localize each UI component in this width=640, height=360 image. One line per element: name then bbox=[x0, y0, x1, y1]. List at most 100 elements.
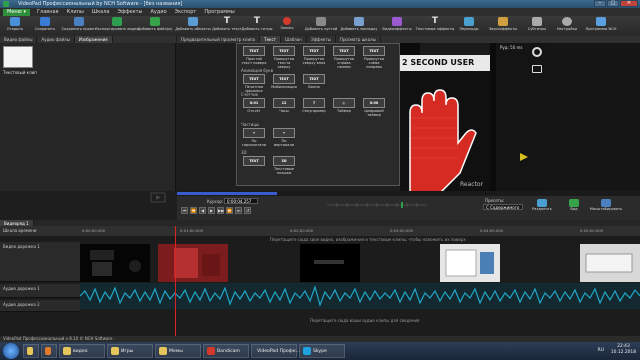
add-files-button[interactable]: Добавить файл(ы) bbox=[136, 17, 174, 35]
video-clip[interactable] bbox=[80, 244, 150, 282]
text-template-item[interactable]: ✦ По вертикали bbox=[271, 128, 297, 147]
loop-button[interactable]: ↺ bbox=[244, 207, 251, 214]
template-thumbnail-text: TEXT bbox=[339, 49, 349, 53]
scale-button[interactable]: Масштабировать bbox=[590, 199, 622, 216]
tab-audio-files[interactable]: Аудио файлы bbox=[37, 36, 75, 43]
menu-audio[interactable]: Аудио bbox=[147, 9, 171, 15]
nch-suite-icon bbox=[596, 17, 606, 26]
go-end-button[interactable]: ⏭ bbox=[235, 207, 242, 214]
export-video-button[interactable]: Экспортировать видео bbox=[95, 17, 139, 35]
text-template-item[interactable]: TEXT Прокрутка текста сверху bbox=[271, 46, 297, 69]
menu-export[interactable]: Экспорт bbox=[171, 9, 201, 15]
view-button[interactable]: Вид bbox=[559, 199, 589, 216]
start-button[interactable] bbox=[3, 343, 19, 359]
menu-timeline[interactable]: Шкала bbox=[88, 9, 114, 15]
template-label: По вертикали bbox=[273, 139, 295, 147]
nch-suite-button[interactable]: Программы NCH bbox=[582, 17, 620, 35]
transitions-icon bbox=[464, 17, 474, 26]
taskbar-item[interactable]: видео bbox=[59, 344, 105, 358]
playhead[interactable] bbox=[175, 226, 176, 336]
tab-effects[interactable]: Эффекты bbox=[307, 36, 336, 43]
video-clip[interactable] bbox=[300, 244, 360, 282]
taskbar-item[interactable] bbox=[23, 344, 39, 358]
text-template-item[interactable]: ◴ Таймер bbox=[331, 98, 357, 113]
subtitles-icon bbox=[532, 17, 542, 26]
play-button[interactable]: ▶ bbox=[208, 207, 215, 214]
minimize-button[interactable]: – bbox=[594, 0, 606, 7]
menu-home[interactable]: Главная bbox=[33, 9, 63, 15]
save-button[interactable]: Сохранить bbox=[30, 17, 60, 35]
text-template-item[interactable]: 3D Текстовые плашки bbox=[271, 156, 297, 175]
add-text-button[interactable]: T Добавить текст bbox=[212, 17, 242, 35]
text-template-item[interactable]: TEXT Мобилизация bbox=[271, 74, 297, 89]
clock[interactable]: 22:43 10.12.2018 bbox=[611, 344, 636, 356]
subtitles-button[interactable]: Субтитры bbox=[522, 17, 552, 35]
split-button[interactable]: Разделить bbox=[527, 199, 557, 216]
text-template-item[interactable]: TEXT bbox=[241, 156, 267, 167]
gear-icon[interactable] bbox=[532, 47, 542, 57]
menu-programs[interactable]: Программы bbox=[200, 9, 238, 15]
text-template-item[interactable]: 7 Секундомер bbox=[301, 98, 327, 113]
menu-clips[interactable]: Клипы bbox=[63, 9, 88, 15]
dropdown-section-label: Анимация букв bbox=[241, 68, 274, 73]
taskbar-item[interactable]: Bandicam bbox=[203, 344, 249, 358]
text-template-item[interactable]: TEXT Прокрутка справа налево bbox=[331, 46, 357, 69]
snapshot-icon[interactable] bbox=[532, 65, 542, 73]
add-bookmark-button[interactable]: Добавить закладку bbox=[340, 17, 378, 35]
video-clip[interactable] bbox=[440, 244, 500, 282]
text-template-item[interactable]: TEXT Печатная машинка bbox=[241, 74, 267, 93]
bin-tabs: Видео файлы Аудио файлы Изображения bbox=[0, 36, 176, 43]
text-template-item[interactable]: TEXT Прокрутка слева направо bbox=[361, 46, 387, 69]
video-effects-button[interactable]: Видеоэффекты bbox=[378, 17, 416, 35]
video-clip[interactable] bbox=[580, 244, 640, 282]
video-drop-hint: Перетащите сюда свое видео, изображения … bbox=[270, 237, 466, 242]
tab-video-files[interactable]: Видео файлы bbox=[0, 36, 38, 43]
record-button[interactable]: Запись bbox=[272, 17, 302, 35]
taskbar-item[interactable]: VideoPad Профе... bbox=[251, 344, 300, 358]
go-start-button[interactable]: ⏮ bbox=[181, 207, 188, 214]
taskbar-item[interactable]: Мемы bbox=[155, 344, 201, 358]
add-title-button[interactable]: T Добавить титры bbox=[242, 17, 273, 35]
text-template-item[interactable]: 12 Часы bbox=[271, 98, 297, 113]
rewind-button[interactable]: ⏪ bbox=[190, 207, 197, 214]
text-template-item[interactable]: TEXT Простой текст поверх bbox=[241, 46, 267, 65]
maximize-button[interactable]: □ bbox=[607, 0, 619, 7]
language-indicator[interactable]: RU bbox=[597, 348, 604, 353]
save-project-button[interactable]: Сохранить проект bbox=[60, 17, 98, 35]
step-back-button[interactable]: ◀ bbox=[199, 207, 206, 214]
tab-images[interactable]: Изображения bbox=[74, 36, 113, 43]
tab-timeline-preview[interactable]: Просмотр шкалы bbox=[336, 36, 381, 43]
text-template-item[interactable]: ✦ По горизонтали bbox=[241, 128, 267, 147]
text-template-item[interactable]: 0:00 Цифровой таймер bbox=[361, 98, 387, 117]
fast-forward-button[interactable]: ⏩ bbox=[226, 207, 233, 214]
text-template-item[interactable]: 0:01 Отсчёт bbox=[241, 98, 267, 113]
add-objects-button[interactable]: Добавить объекты bbox=[174, 17, 212, 35]
timeline-ruler[interactable]: Шкала времени 0:00:00.000 0:01:00.000 0:… bbox=[0, 226, 640, 236]
tab-clip-preview[interactable]: Предварительный просмотр клипа bbox=[177, 36, 261, 43]
menu-effects[interactable]: Эффекты bbox=[114, 9, 147, 15]
settings-button[interactable]: Настройки bbox=[552, 17, 582, 35]
add-bookmark-icon bbox=[354, 17, 364, 26]
close-button[interactable]: ✕ bbox=[620, 0, 638, 7]
add-blank-button[interactable]: Добавить пустой bbox=[302, 17, 340, 35]
step-forward-button[interactable]: ▶▶ bbox=[217, 207, 224, 214]
text-effects-button[interactable]: T Текстовые эффекты bbox=[416, 17, 455, 35]
preset-select[interactable]: С Содержимого bbox=[483, 204, 523, 210]
transitions-button[interactable]: Переходы bbox=[454, 17, 484, 35]
audio-effects-button[interactable]: Звукоэффекты bbox=[484, 17, 522, 35]
cursor-time-field[interactable]: 0:00:04.257 bbox=[224, 198, 258, 204]
video-clip[interactable] bbox=[158, 244, 228, 282]
text-template-item[interactable]: TEXT Прокрутка сверху вниз bbox=[301, 46, 327, 65]
text-clip-thumbnail[interactable] bbox=[3, 46, 33, 68]
tab-template[interactable]: Шаблон bbox=[281, 36, 307, 43]
audio-waveform[interactable] bbox=[80, 283, 640, 309]
open-button[interactable]: Открыть bbox=[0, 17, 30, 35]
taskbar-item[interactable]: Skype bbox=[299, 344, 345, 358]
main-menu-button[interactable]: Меню ▾ bbox=[3, 8, 30, 16]
tab-text[interactable]: Текст bbox=[260, 36, 281, 43]
text-template-item[interactable]: TEXT Волна bbox=[301, 74, 327, 89]
taskbar-item-label: Skype bbox=[313, 348, 327, 354]
taskbar-item[interactable]: Игры bbox=[107, 344, 153, 358]
preview-scrubber[interactable] bbox=[327, 202, 427, 208]
taskbar-item[interactable] bbox=[41, 344, 57, 358]
